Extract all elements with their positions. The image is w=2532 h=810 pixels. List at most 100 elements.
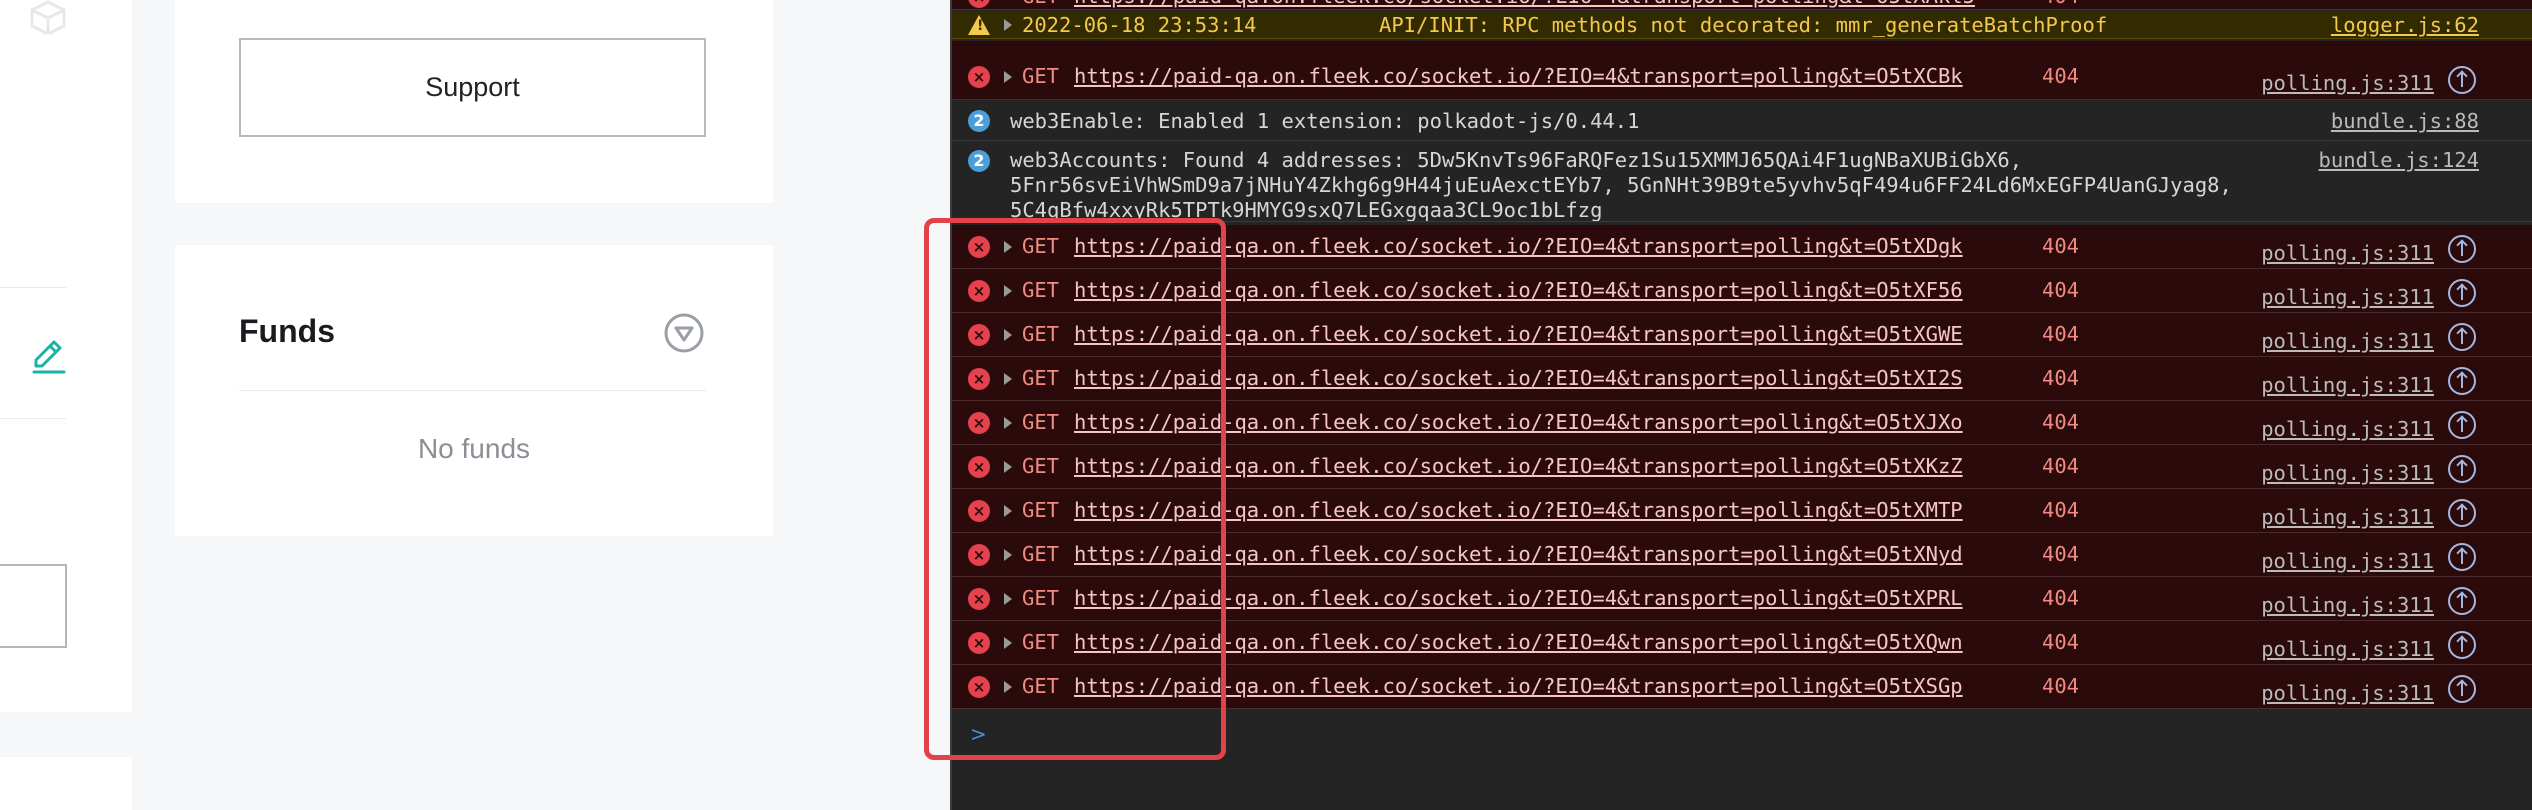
expand-arrow-icon[interactable] <box>1004 373 1012 385</box>
devtools-console: × GET https://paid-qa.on.fleek.co/socket… <box>950 0 2532 810</box>
expand-arrow-icon[interactable] <box>1004 19 1012 31</box>
network-request-icon[interactable] <box>2448 279 2476 307</box>
source-link[interactable]: polling.js:311 <box>2261 373 2434 397</box>
request-url[interactable]: https://paid-qa.on.fleek.co/socket.io/?E… <box>1074 366 1963 390</box>
network-request-icon[interactable] <box>2448 235 2476 263</box>
chevron-badge-icon[interactable] <box>662 311 706 355</box>
console-info-row[interactable]: 2 web3Accounts: Found 4 addresses: 5Dw5K… <box>952 142 2532 222</box>
console-error-row[interactable]: × GET https://paid-qa.on.fleek.co/socket… <box>952 41 2532 100</box>
expand-arrow-icon[interactable] <box>1004 505 1012 517</box>
request-url[interactable]: https://paid-qa.on.fleek.co/socket.io/?E… <box>1074 498 1963 522</box>
network-request-icon[interactable] <box>2448 499 2476 527</box>
request-url[interactable]: https://paid-qa.on.fleek.co/socket.io/?E… <box>1074 0 1975 8</box>
request-url[interactable]: https://paid-qa.on.fleek.co/socket.io/?E… <box>1074 322 1963 346</box>
request-url[interactable]: https://paid-qa.on.fleek.co/socket.io/?E… <box>1074 278 1963 302</box>
expand-arrow-icon[interactable] <box>1004 549 1012 561</box>
expand-arrow-icon[interactable] <box>1004 285 1012 297</box>
error-icon: × <box>968 280 990 302</box>
network-request-icon[interactable] <box>2448 587 2476 615</box>
network-request-icon[interactable] <box>2448 66 2476 94</box>
expand-arrow-icon[interactable] <box>1004 593 1012 605</box>
request-url[interactable]: https://paid-qa.on.fleek.co/socket.io/?E… <box>1074 410 1963 434</box>
request-url[interactable]: https://paid-qa.on.fleek.co/socket.io/?E… <box>1074 64 1963 88</box>
expand-arrow-icon[interactable] <box>1004 241 1012 253</box>
request-method: GET <box>1022 498 1060 522</box>
request-method: GET <box>1022 674 1060 698</box>
source-link[interactable]: polling.js:311 <box>2261 329 2434 353</box>
request-url[interactable]: https://paid-qa.on.fleek.co/socket.io/?E… <box>1074 454 1963 478</box>
console-error-row[interactable]: × GET https://paid-qa.on.fleek.co/socket.i… <box>952 401 2532 445</box>
request-url[interactable]: https://paid-qa.on.fleek.co/socket.io/?E… <box>1074 542 1963 566</box>
info-message: web3Enable: Enabled 1 extension: polkado… <box>1010 109 1640 133</box>
support-card: Support <box>175 0 773 203</box>
request-method: GET <box>1022 630 1060 654</box>
request-method: GET <box>1022 0 1059 8</box>
source-link[interactable]: polling.js:311 <box>2261 593 2434 617</box>
status-code: 404 <box>2042 64 2080 88</box>
request-method: GET <box>1022 278 1060 302</box>
request-method: GET <box>1022 366 1060 390</box>
expand-arrow-icon[interactable] <box>1004 461 1012 473</box>
console-error-row[interactable]: × GET https://paid-qa.on.fleek.co/socket.i… <box>952 621 2532 665</box>
request-method: GET <box>1022 410 1060 434</box>
support-button[interactable]: Support <box>239 38 706 137</box>
source-link[interactable]: polling.js:311 <box>2261 461 2434 485</box>
console-error-row[interactable]: × GET https://paid-qa.on.fleek.co/socket.i… <box>952 313 2532 357</box>
expand-arrow-icon[interactable] <box>1004 71 1012 83</box>
request-method: GET <box>1022 542 1060 566</box>
error-icon: × <box>968 368 990 390</box>
divider <box>0 418 66 419</box>
console-error-row[interactable]: × GET https://paid-qa.on.fleek.co/socket.i… <box>952 489 2532 533</box>
input-field[interactable] <box>0 564 67 648</box>
source-link[interactable]: polling.js:311 <box>2261 241 2434 265</box>
network-request-icon[interactable] <box>2448 367 2476 395</box>
request-url[interactable]: https://paid-qa.on.fleek.co/socket.io/?E… <box>1074 234 1963 258</box>
prompt-chevron-icon[interactable]: > <box>970 722 987 746</box>
app-panel: Support Funds No funds <box>0 0 950 810</box>
request-url[interactable]: https://paid-qa.on.fleek.co/socket.io/?E… <box>1074 586 1963 610</box>
expand-arrow-icon[interactable] <box>1004 681 1012 693</box>
network-request-icon[interactable] <box>2448 631 2476 659</box>
console-warning-row[interactable]: ! 2022-06-18 23:53:14 API/INIT: RPC meth… <box>952 11 2532 39</box>
left-bottom-card <box>0 757 132 810</box>
network-request-icon[interactable] <box>2448 411 2476 439</box>
console-info-row[interactable]: 2 web3Enable: Enabled 1 extension: polka… <box>952 101 2532 141</box>
network-request-icon[interactable] <box>2448 323 2476 351</box>
status-code: 404 <box>2042 278 2080 302</box>
console-error-row[interactable]: × GET https://paid-qa.on.fleek.co/socket.i… <box>952 445 2532 489</box>
console-error-row[interactable]: × GET https://paid-qa.on.fleek.co/socket.i… <box>952 577 2532 621</box>
expand-arrow-icon[interactable] <box>1004 417 1012 429</box>
source-link[interactable]: polling.js:311 <box>2261 549 2434 573</box>
source-link[interactable]: polling.js:311 <box>2261 71 2434 95</box>
console-error-row[interactable]: × GET https://paid-qa.on.fleek.co/socket.i… <box>952 665 2532 709</box>
request-url[interactable]: https://paid-qa.on.fleek.co/socket.io/?E… <box>1074 674 1963 698</box>
info-message-line: web3Accounts: Found 4 addresses: 5Dw5Knv… <box>1010 148 2023 172</box>
request-url[interactable]: https://paid-qa.on.fleek.co/socket.io/?E… <box>1074 630 1963 654</box>
console-error-row[interactable]: × GET https://paid-qa.on.fleek.co/socket.i… <box>952 533 2532 577</box>
network-request-icon[interactable] <box>2448 675 2476 703</box>
expand-arrow-icon[interactable] <box>1004 637 1012 649</box>
pencil-icon[interactable] <box>28 336 68 376</box>
console-error-row[interactable]: × GET https://paid-qa.on.fleek.co/socket.i… <box>952 225 2532 269</box>
info-message-line: 5Fnr56svEiVhWSmD9a7jNHuY4Zkhg6g9H44juEuA… <box>1010 173 2232 197</box>
expand-arrow-icon[interactable] <box>1004 329 1012 341</box>
error-icon: × <box>968 544 990 566</box>
source-link[interactable]: polling.js:311 <box>2261 681 2434 705</box>
source-link[interactable]: logger.js:62 <box>2331 13 2479 37</box>
network-request-icon[interactable] <box>2448 543 2476 571</box>
request-method: GET <box>1022 64 1060 88</box>
warning-timestamp: 2022-06-18 23:53:14 <box>1022 13 1257 37</box>
console-error-row[interactable]: × GET https://paid-qa.on.fleek.co/socket.i… <box>952 269 2532 313</box>
console-prompt[interactable]: > <box>952 716 2532 756</box>
console-error-row[interactable]: × GET https://paid-qa.on.fleek.co/socket… <box>952 0 2532 10</box>
source-link[interactable]: bundle.js:124 <box>2319 148 2479 172</box>
info-message-line: 5C4qBfw4xxyRk5TPTk9HMYG9sxQ7LEGxgqaa3CL9… <box>1010 198 1603 222</box>
console-error-row[interactable]: × GET https://paid-qa.on.fleek.co/socket.i… <box>952 357 2532 401</box>
source-link[interactable]: polling.js:311 <box>2261 285 2434 309</box>
network-request-icon[interactable] <box>2448 455 2476 483</box>
source-link[interactable]: polling.js:311 <box>2261 417 2434 441</box>
source-link[interactable]: polling.js:311 <box>2261 505 2434 529</box>
status-code: 404 <box>2042 410 2080 434</box>
source-link[interactable]: bundle.js:88 <box>2331 109 2479 133</box>
source-link[interactable]: polling.js:311 <box>2261 637 2434 661</box>
